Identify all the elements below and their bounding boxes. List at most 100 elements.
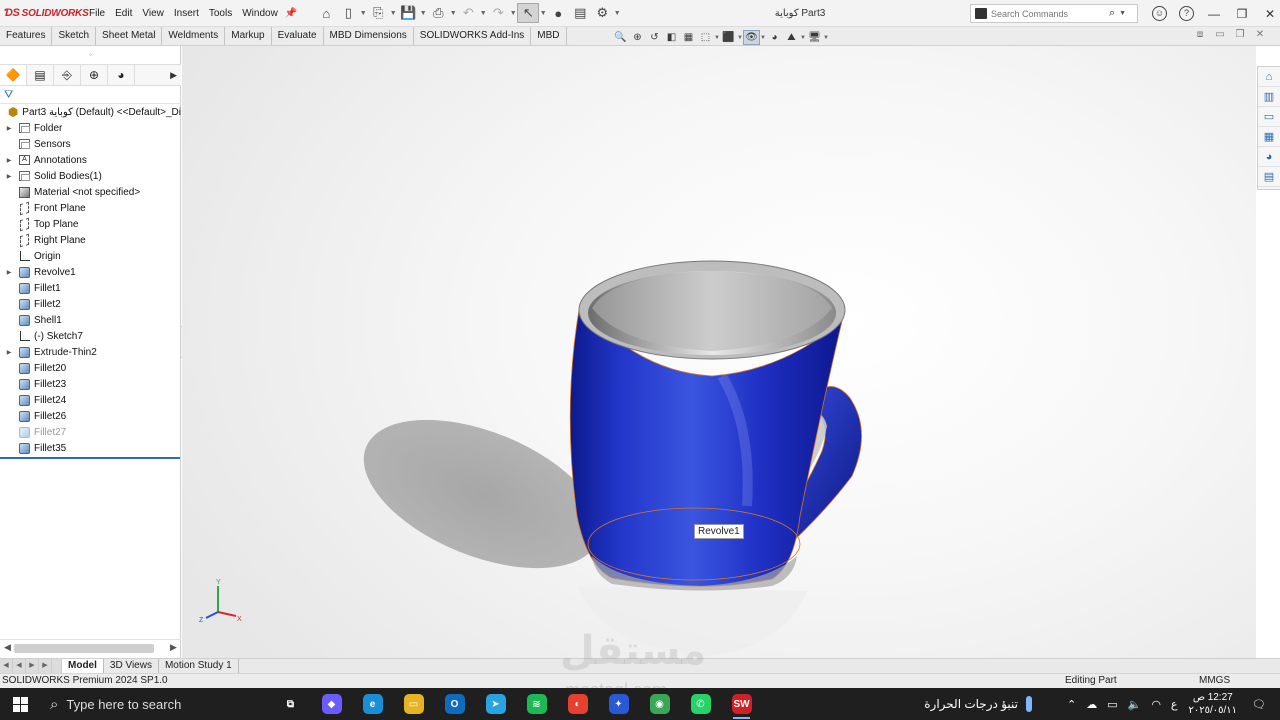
manager-tabs-next-icon[interactable]: ▶ (170, 70, 177, 81)
custom-properties-icon[interactable]: ▤ (1258, 167, 1280, 187)
save-icon[interactable]: 💾 (397, 3, 419, 23)
tree-item-fillet2[interactable]: Fillet2 (0, 296, 181, 312)
taskbar-app-outlook[interactable]: O (434, 688, 475, 720)
tab-extra-icon[interactable] (52, 659, 62, 673)
edit-appearance-icon[interactable]: ◕ (766, 30, 783, 45)
taskbar-app-office[interactable]: ◐ (557, 688, 598, 720)
open-icon[interactable]: ⎘ (367, 3, 389, 23)
menu-tools[interactable]: Tools (204, 0, 237, 27)
redo-dropdown-icon[interactable]: ▼ (509, 10, 517, 17)
tab-weldments[interactable]: Weldments (162, 27, 226, 45)
tree-item-fillet27[interactable]: Fillet27 (0, 424, 181, 440)
apply-scene-icon[interactable]: ⛰ (783, 30, 800, 45)
tab-3d-views[interactable]: 3D Views (104, 659, 159, 673)
close-button[interactable]: ✕ (1256, 7, 1280, 21)
display-style-icon[interactable]: ⬛ (720, 30, 737, 45)
view-palette-icon[interactable]: ▦ (1258, 127, 1280, 147)
print-icon[interactable]: ⎙ (427, 3, 449, 23)
tab-sketch[interactable]: Sketch (52, 27, 97, 45)
traffic-light-icon[interactable]: ● (547, 3, 569, 23)
search-dropdown-icon[interactable]: ▼ (1119, 10, 1126, 17)
property-manager-tab-icon[interactable]: ▤ (27, 65, 54, 85)
pin-icon[interactable]: 📌 (285, 8, 297, 19)
search-commands-box[interactable]: ⌕ ▼ (970, 4, 1138, 23)
taskbar-app-whatsapp[interactable]: ✆ (680, 688, 721, 720)
taskbar-app-chrome[interactable]: ◉ (639, 688, 680, 720)
tree-item-folder[interactable]: ▶ Folder (0, 120, 181, 136)
taskbar-search[interactable]: ⌕ Type here to search (40, 688, 270, 720)
document-restore-button[interactable]: ❐ (1230, 29, 1250, 40)
dynamic-annotation-icon[interactable]: ▦ (680, 30, 697, 45)
help-icon[interactable]: ? (1179, 6, 1194, 21)
search-icon[interactable]: ⌕ (1109, 7, 1115, 20)
tab-markup[interactable]: Markup (225, 27, 272, 45)
expand-arrow-icon[interactable]: ▶ (4, 349, 14, 356)
options-gear-icon[interactable]: ⚙ (591, 3, 613, 23)
view-settings-icon[interactable]: 🖥 (806, 30, 823, 45)
tab-model[interactable]: Model (62, 659, 104, 673)
expand-arrow-icon[interactable]: ▶ (4, 157, 14, 164)
tree-filter-icon[interactable]: ⛛ (0, 86, 181, 104)
wifi-icon[interactable]: ◠ (1151, 698, 1161, 711)
tree-horizontal-scrollbar[interactable]: ◀ ▶ (0, 639, 181, 656)
unit-system[interactable]: MMGS (1199, 674, 1230, 688)
expand-arrow-icon[interactable]: ▶ (4, 125, 14, 132)
start-button[interactable] (0, 688, 40, 720)
document-close-button[interactable]: ✕ (1250, 29, 1270, 40)
scroll-left-icon[interactable]: ◀ (4, 642, 11, 653)
previous-view-icon[interactable]: ↺ (646, 30, 663, 45)
tree-item-fillet24[interactable]: Fillet24 (0, 392, 181, 408)
tree-item-right-plane[interactable]: Right Plane (0, 232, 181, 248)
view-orientation-icon[interactable]: ⬚ (697, 30, 714, 45)
panel-collapse-handle[interactable]: ◦ (0, 46, 181, 64)
language-indicator[interactable]: ع (1171, 698, 1178, 711)
tree-item-revolve1[interactable]: ▶ Revolve1 (0, 264, 181, 280)
menu-edit[interactable]: Edit (110, 0, 137, 27)
first-tab-icon[interactable]: ◀ (0, 659, 13, 673)
solidworks-resources-icon[interactable]: ⌂ (1258, 67, 1280, 87)
tree-item-fillet26[interactable]: Fillet26 (0, 408, 181, 424)
scrollbar-thumb[interactable] (14, 644, 154, 653)
hide-show-items-icon[interactable]: 👁 (743, 30, 760, 45)
tab-solidworks-addins[interactable]: SOLIDWORKS Add-Ins (413, 27, 532, 45)
taskbar-app-spotify[interactable]: ≋ (516, 688, 557, 720)
tree-item-origin[interactable]: Origin (0, 248, 181, 264)
taskbar-app-vpn[interactable]: ✦ (598, 688, 639, 720)
design-library-icon[interactable]: ▥ (1258, 87, 1280, 107)
undo-icon[interactable]: ↶ (457, 3, 479, 23)
display-manager-tab-icon[interactable]: ◕ (108, 65, 135, 85)
file-properties-icon[interactable]: ▤ (569, 3, 591, 23)
options-dropdown-icon[interactable]: ▼ (613, 10, 621, 17)
minimize-button[interactable]: — (1200, 7, 1228, 21)
next-tab-icon[interactable]: ▶ (26, 659, 39, 673)
user-account-icon[interactable]: ☺ (1152, 6, 1167, 21)
undo-dropdown-icon[interactable]: ▼ (479, 10, 487, 17)
prev-tab-icon[interactable]: ◀ (13, 659, 26, 673)
volume-icon[interactable]: 🔈 (1128, 698, 1142, 711)
tile-window-icon[interactable]: ⧈ (1190, 29, 1210, 40)
last-tab-icon[interactable]: ▶ (39, 659, 52, 673)
tree-item-solid-bodies-1[interactable]: ▶ Solid Bodies(1) (0, 168, 181, 184)
tab-features[interactable]: Features (0, 27, 53, 45)
scroll-right-icon[interactable]: ▶ (170, 642, 177, 653)
menu-window[interactable]: Window (237, 0, 283, 27)
appearances-icon[interactable]: ◕ (1258, 147, 1280, 167)
restore-button[interactable]: ❐ (1228, 7, 1256, 21)
select-icon[interactable]: ↖ (517, 3, 540, 23)
reference-triad[interactable]: Y X Z (190, 576, 246, 626)
notifications-icon[interactable]: 🗨 (1252, 698, 1266, 711)
redo-icon[interactable]: ↷ (487, 3, 509, 23)
zoom-to-area-icon[interactable]: ⊕ (629, 30, 646, 45)
menu-view[interactable]: View (137, 0, 169, 27)
search-commands-input[interactable] (991, 8, 1109, 19)
tree-item-annotations[interactable]: ▶ A Annotations (0, 152, 181, 168)
tree-item-fillet20[interactable]: Fillet20 (0, 360, 181, 376)
mug-model[interactable] (182, 46, 1256, 658)
battery-icon[interactable]: ▭ (1107, 698, 1117, 711)
select-dropdown-icon[interactable]: ▼ (539, 10, 547, 17)
taskbar-app-copilot[interactable]: ◆ (311, 688, 352, 720)
dimxpert-manager-tab-icon[interactable]: ⊕ (81, 65, 108, 85)
new-dropdown-icon[interactable]: ▼ (359, 10, 367, 17)
tree-item-front-plane[interactable]: Front Plane (0, 200, 181, 216)
taskbar-app-solidworks[interactable]: SW (721, 688, 762, 720)
